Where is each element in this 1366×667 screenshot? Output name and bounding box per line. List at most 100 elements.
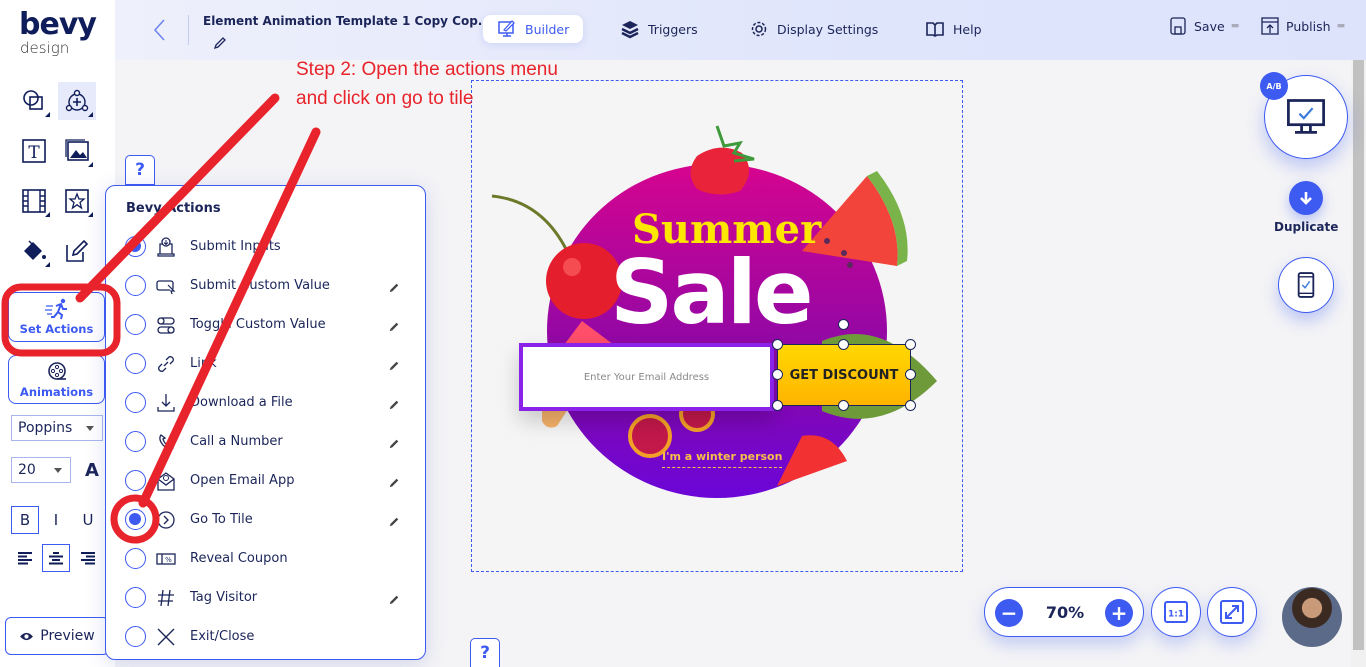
action-item-link[interactable]: Link [106, 344, 425, 383]
font-size-select[interactable]: 20 [11, 457, 71, 483]
duplicate-button[interactable] [1289, 181, 1323, 215]
publish-button[interactable]: Publish ▬ [1260, 16, 1345, 36]
action-item-exit-close[interactable]: Exit/Close [106, 617, 425, 656]
edit-pencil-icon[interactable] [388, 318, 402, 332]
resize-handle[interactable] [838, 400, 849, 411]
resize-handle[interactable] [905, 339, 916, 350]
edit-tool[interactable] [58, 232, 96, 270]
resize-handle[interactable] [772, 339, 783, 350]
text-icon: T [22, 139, 46, 163]
back-button[interactable] [150, 17, 170, 43]
action-radio[interactable] [125, 509, 146, 530]
tab-display-settings[interactable]: Display Settings [735, 15, 892, 43]
action-item-tag-visitor[interactable]: Tag Visitor [106, 578, 425, 617]
ab-test-badge[interactable]: A/B [1260, 72, 1288, 100]
action-item-toggle-custom-value[interactable]: Toggle Custom Value [106, 305, 425, 344]
set-actions-button[interactable]: Set Actions [8, 292, 105, 342]
expand-icon [1220, 600, 1244, 624]
resize-handle[interactable] [905, 369, 916, 380]
publish-dropdown-icon[interactable]: ▬ [1337, 21, 1346, 31]
action-item-download-a-file[interactable]: Download a File [106, 383, 425, 422]
action-label: Submit Inputs [190, 239, 281, 254]
save-button[interactable]: Save ▬ [1168, 16, 1239, 36]
align-center-button[interactable] [42, 544, 70, 572]
tab-triggers[interactable]: Triggers [606, 15, 712, 43]
help-button[interactable]: ? [125, 155, 155, 185]
text-tool[interactable]: T [15, 132, 53, 170]
logo[interactable]: bevy design [0, 0, 115, 60]
action-item-submit-inputs[interactable]: Submit Inputs [106, 227, 425, 266]
action-item-go-to-tile[interactable]: Go To Tile [106, 500, 425, 539]
hash-icon [154, 586, 178, 610]
align-right-button[interactable] [74, 544, 102, 572]
actions-menu: Bevy Actions Submit Inputs Submit Custom … [105, 185, 426, 660]
email-field[interactable]: Enter Your Email Address [519, 343, 774, 411]
edit-pencil-icon[interactable] [388, 435, 402, 449]
scrollbar-thumb[interactable] [1353, 60, 1364, 650]
zoom-out-button[interactable]: − [995, 599, 1023, 627]
font-color-button[interactable]: A [78, 456, 106, 484]
fill-tool[interactable] [15, 232, 53, 270]
font-family-select[interactable]: Poppins [11, 415, 103, 441]
action-item-call-a-number[interactable]: Call a Number [106, 422, 425, 461]
mobile-view-button[interactable] [1278, 257, 1334, 313]
action-radio[interactable] [125, 314, 146, 335]
action-radio[interactable] [125, 548, 146, 569]
shapes-tool[interactable] [15, 82, 53, 120]
action-radio[interactable] [125, 626, 146, 647]
headline-sale[interactable]: Sale [610, 241, 814, 344]
edit-pencil-icon[interactable] [388, 591, 402, 605]
video-tool[interactable] [15, 182, 53, 220]
action-label: Submit Custom Value [190, 278, 330, 293]
action-label: Call a Number [190, 434, 283, 449]
action-item-open-email-app[interactable]: Open Email App [106, 461, 425, 500]
action-radio[interactable] [125, 431, 146, 452]
image-tool[interactable] [58, 132, 96, 170]
action-item-reveal-coupon[interactable]: % Reveal Coupon [106, 539, 425, 578]
action-radio[interactable] [125, 236, 146, 257]
action-radio[interactable] [125, 275, 146, 296]
preview-button[interactable]: Preview [5, 617, 109, 655]
tab-help[interactable]: Help [911, 15, 996, 43]
align-left-button[interactable] [11, 544, 39, 572]
animations-button[interactable]: Animations [8, 355, 105, 404]
tab-triggers-label: Triggers [648, 21, 698, 37]
edit-pencil-icon[interactable] [388, 396, 402, 410]
rotate-handle[interactable] [838, 319, 849, 330]
user-avatar[interactable] [1282, 587, 1342, 647]
builder-icon [498, 20, 515, 37]
rename-button[interactable] [213, 35, 227, 50]
canvas-help-button[interactable]: ? [470, 638, 500, 667]
add-element-tool[interactable] [58, 82, 96, 120]
action-radio[interactable] [125, 353, 146, 374]
action-radio[interactable] [125, 587, 146, 608]
resize-handle[interactable] [772, 369, 783, 380]
action-item-submit-custom-value[interactable]: Submit Custom Value [106, 266, 425, 305]
decline-link[interactable]: I'm a winter person [662, 450, 783, 468]
animations-label: Animations [19, 384, 94, 399]
design-canvas[interactable]: Summer Sale Enter Your Email Address GET… [471, 80, 963, 572]
tab-builder[interactable]: Builder [483, 15, 584, 43]
resize-handle[interactable] [905, 400, 916, 411]
icons-tool[interactable] [58, 182, 96, 220]
bold-button[interactable]: B [11, 506, 39, 534]
actual-size-button[interactable]: 1:1 [1151, 587, 1201, 637]
zoom-in-button[interactable]: + [1105, 599, 1133, 627]
edit-pencil-icon[interactable] [388, 279, 402, 293]
close-icon [154, 625, 178, 649]
edit-pencil-icon[interactable] [388, 357, 402, 371]
action-radio[interactable] [125, 470, 146, 491]
edit-pencil-icon[interactable] [388, 474, 402, 488]
resize-handle[interactable] [772, 400, 783, 411]
save-dropdown-icon[interactable]: ▬ [1231, 21, 1240, 31]
action-label: Open Email App [190, 473, 295, 488]
get-discount-button[interactable]: GET DISCOUNT [777, 344, 911, 406]
resize-handle[interactable] [838, 339, 849, 350]
edit-pencil-icon[interactable] [388, 513, 402, 527]
coupon-icon: % [154, 547, 178, 571]
action-radio[interactable] [125, 392, 146, 413]
underline-button[interactable]: U [74, 506, 102, 534]
fit-screen-button[interactable] [1207, 587, 1257, 637]
actions-menu-title: Bevy Actions [126, 201, 221, 216]
italic-button[interactable]: I [42, 506, 70, 534]
